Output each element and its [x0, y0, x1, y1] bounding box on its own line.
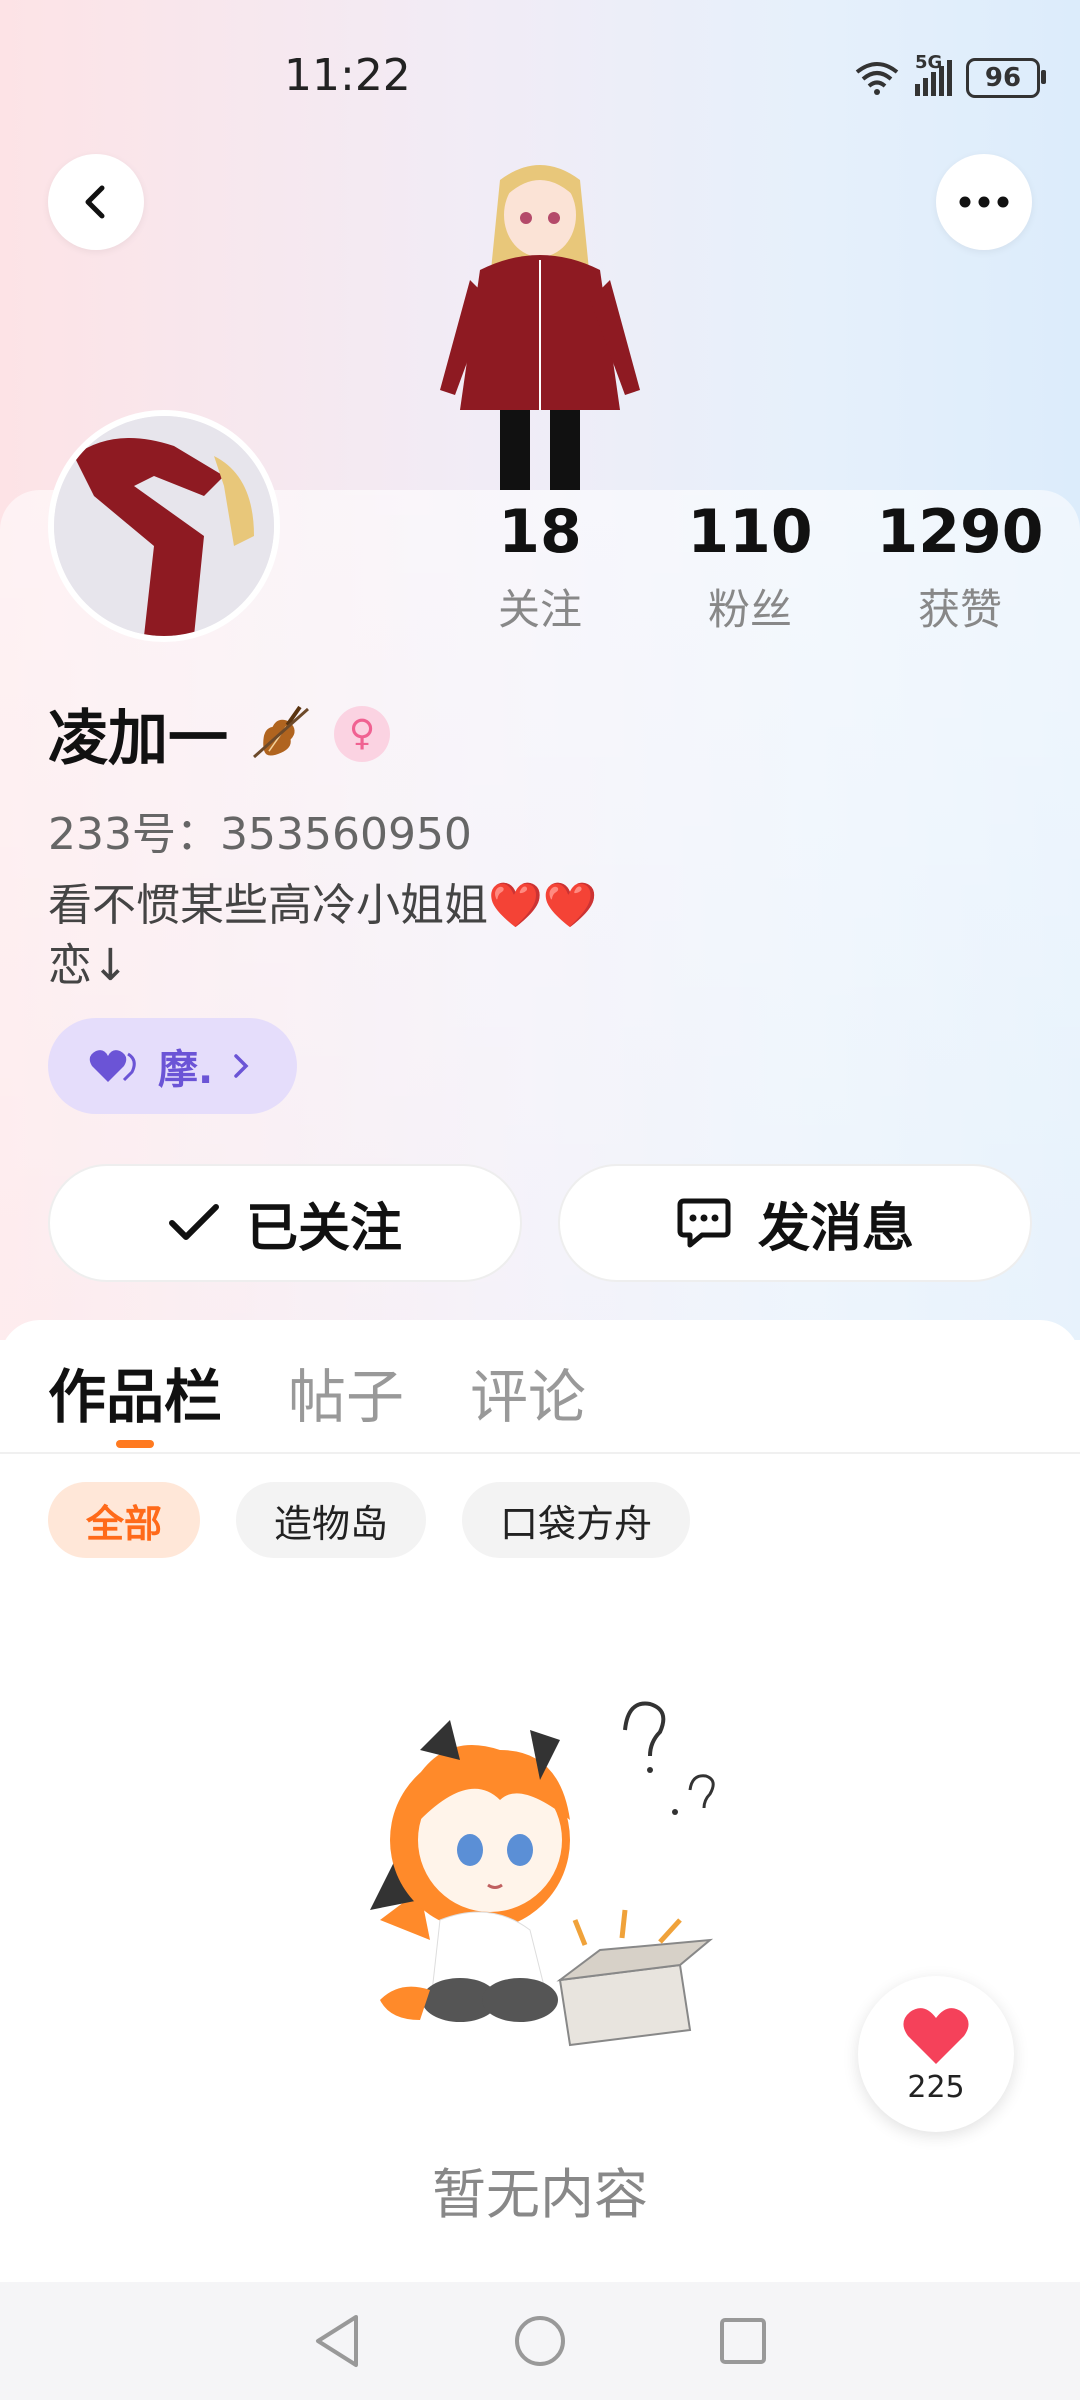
- status-time: 11:22: [284, 50, 411, 101]
- follow-label: 已关注: [245, 1198, 402, 1259]
- message-label: 发消息: [757, 1198, 914, 1259]
- user-bio: 看不惯某些高冷小姐姐❤️❤️ 恋↓: [48, 880, 598, 991]
- network-type: 5G: [915, 52, 943, 73]
- avatar-image: [54, 416, 274, 636]
- username-row: 凌加一 ♀: [48, 690, 390, 777]
- empty-state-text: 暂无内容: [432, 2163, 648, 2226]
- tab-posts[interactable]: 帖子: [288, 1350, 404, 1434]
- female-icon: ♀: [334, 705, 390, 762]
- stat-value: 1290: [876, 497, 1044, 567]
- nav-home-icon[interactable]: [512, 2313, 568, 2369]
- chevron-right-icon: [234, 1054, 249, 1078]
- system-navigation-bar: [0, 2282, 1080, 2400]
- stat-likes[interactable]: 1290 获赞: [860, 496, 1060, 637]
- like-button[interactable]: 225: [858, 1976, 1014, 2132]
- stat-label: 获赞: [917, 585, 1002, 634]
- filter-pocket-ark[interactable]: 口袋方舟: [462, 1482, 691, 1558]
- more-button[interactable]: [936, 154, 1032, 250]
- stat-value: 18: [498, 497, 582, 567]
- nav-back-icon[interactable]: [312, 2313, 362, 2369]
- status-bar: 11:22 5G 96: [0, 0, 1080, 160]
- tab-works[interactable]: 作品栏: [48, 1350, 222, 1434]
- chat-bubble-icon: [677, 1198, 731, 1248]
- avatar[interactable]: [48, 410, 280, 642]
- chevron-left-icon: [85, 185, 105, 219]
- heart-icon: [903, 2007, 969, 2064]
- stat-value: 110: [687, 497, 813, 567]
- stat-label: 关注: [497, 585, 582, 634]
- nav-recents-icon[interactable]: [718, 2316, 768, 2366]
- tag-label: 摩.: [158, 1047, 214, 1093]
- tab-comments[interactable]: 评论: [470, 1350, 586, 1434]
- signal-icon: 5G: [915, 52, 952, 96]
- profile-stats: 18 关注 110 粉丝 1290 获赞: [440, 496, 1060, 637]
- status-icons: 5G 96: [853, 52, 1046, 100]
- stat-label: 粉丝: [707, 585, 792, 634]
- category-filters: 全部 造物岛 口袋方舟: [48, 1482, 691, 1558]
- username: 凌加一: [48, 704, 228, 774]
- stat-followers[interactable]: 110 粉丝: [650, 496, 850, 637]
- character-avatar-figure: [440, 165, 640, 490]
- like-count: 225: [907, 2069, 965, 2105]
- battery-icon: 96: [966, 58, 1046, 98]
- violin-icon: [253, 705, 309, 758]
- empty-state-illustration: [370, 1701, 715, 2047]
- heart-tag-icon: [89, 1050, 136, 1082]
- tab-divider: [0, 1452, 1080, 1454]
- active-tab-indicator: [116, 1440, 154, 1448]
- follow-button[interactable]: 已关注: [48, 1164, 522, 1282]
- filter-creation-island[interactable]: 造物岛: [236, 1482, 427, 1558]
- user-id: 233号：353560950: [48, 809, 472, 860]
- back-button[interactable]: [48, 154, 144, 250]
- message-button[interactable]: 发消息: [558, 1164, 1032, 1282]
- content-tabs: 作品栏 帖子 评论: [48, 1350, 586, 1434]
- wifi-icon: [855, 62, 899, 95]
- more-horizontal-icon: [959, 196, 1009, 208]
- check-icon: [168, 1204, 219, 1240]
- stat-following[interactable]: 18 关注: [440, 496, 640, 637]
- filter-all[interactable]: 全部: [48, 1482, 201, 1558]
- relationship-tag[interactable]: 摩.: [48, 1018, 298, 1114]
